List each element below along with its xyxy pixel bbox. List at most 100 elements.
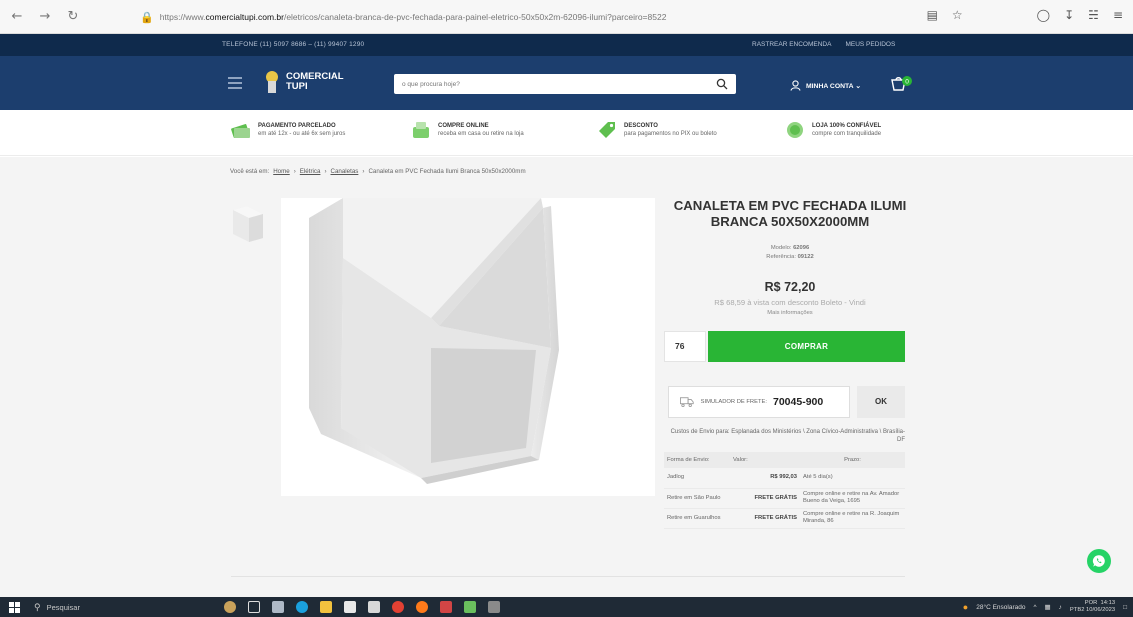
- breadcrumb-current: Canaleta em PVC Fechada Ilumi Branca 50x…: [368, 168, 526, 175]
- url-prefix: https://www.: [159, 12, 206, 22]
- whatsapp-button[interactable]: [1087, 549, 1111, 573]
- shipping-method: Retire em Guarulhos: [667, 514, 721, 521]
- address-bar[interactable]: 🔒 https://www. comercialtupi.com.br/eletr…: [140, 7, 940, 27]
- my-orders-link[interactable]: MEUS PEDIDOS: [845, 41, 895, 48]
- shipping-method: Jadlog: [667, 474, 685, 481]
- table-row: Jadlog R$ 992,03 Até 5 dia(s): [664, 468, 905, 488]
- network-icon[interactable]: ▦: [1045, 603, 1051, 611]
- cart-icon[interactable]: 0: [890, 76, 912, 94]
- site-header: COMERCIAL TUPI MINHA CONTA ⌄ 0: [0, 56, 1133, 110]
- discount-icon: [599, 122, 615, 138]
- reader-view-icon[interactable]: ▤: [927, 8, 938, 22]
- tray-chevron-icon[interactable]: ^: [1033, 604, 1036, 611]
- breadcrumb-electrical[interactable]: Elétrica: [300, 168, 321, 175]
- calculate-shipping-button[interactable]: OK: [857, 386, 905, 418]
- browser-actions: ▤ ☆ ◯ ↧ ☵ ≡: [927, 8, 1123, 22]
- hamburger-menu-icon[interactable]: [228, 77, 242, 89]
- shipping-term: Compre online e retire na Av. Amador Bue…: [803, 491, 900, 504]
- cart-count: 0: [905, 79, 909, 86]
- url-path: /eletricos/canaleta-branca-de-pvc-fechad…: [283, 12, 667, 22]
- search-input[interactable]: [394, 74, 704, 94]
- product-image[interactable]: [281, 198, 655, 496]
- benefit-subtitle: receba em casa ou retire na loja: [438, 131, 524, 137]
- search-icon[interactable]: [716, 78, 728, 90]
- reference-value: 09122: [797, 254, 814, 260]
- store-icon: [413, 122, 429, 138]
- track-order-link[interactable]: RASTREAR ENCOMENDA: [752, 41, 831, 48]
- bookmark-star-icon[interactable]: ☆: [952, 8, 963, 22]
- breadcrumb-separator: ›: [324, 168, 327, 175]
- file-explorer-icon[interactable]: [314, 597, 338, 617]
- breadcrumb: Você está em: Home › Elétrica › Canaleta…: [230, 168, 526, 175]
- firefox-icon[interactable]: [410, 597, 434, 617]
- shipping-value: R$ 992,03: [770, 474, 797, 481]
- breadcrumb-ducts[interactable]: Canaletas: [331, 168, 359, 175]
- chrome-icon[interactable]: [386, 597, 410, 617]
- product-model-info: Modelo: 62096 Referência: 09122: [660, 244, 920, 262]
- benefit-subtitle: para pagamentos no PIX ou boleto: [624, 131, 717, 137]
- discount-price: R$ 68,59 à vista com desconto Boleto - V…: [714, 298, 866, 307]
- lock-icon: 🔒: [140, 11, 154, 24]
- breadcrumb-home[interactable]: Home: [273, 168, 290, 175]
- quantity-input[interactable]: 76: [664, 331, 706, 362]
- language-variant: PTB2: [1069, 607, 1085, 613]
- buy-button[interactable]: COMPRAR: [708, 331, 905, 362]
- reference-label: Referência:: [766, 254, 796, 260]
- shipping-method: Retire em São Paulo: [667, 494, 721, 501]
- windows-taskbar: ⚲ Pesquisar ● 28°C Ensolarado ^ ▦ ♪ POR …: [0, 597, 1133, 617]
- benefit-title: DESCONTO: [624, 123, 658, 129]
- benefits-strip: PAGAMENTO PARCELADO em até 12x - ou até …: [0, 110, 1133, 156]
- menu-icon[interactable]: ≡: [1113, 8, 1123, 22]
- date: 10/06/2023: [1086, 607, 1116, 613]
- downloads-icon[interactable]: ↧: [1064, 8, 1074, 22]
- pocket-icon[interactable]: ◯: [1037, 8, 1050, 22]
- table-row: Retire em Guarulhos FRETE GRÁTIS Compre …: [664, 508, 905, 528]
- account-menu[interactable]: MINHA CONTA ⌄: [790, 80, 861, 91]
- table-header: Prazo:: [800, 452, 905, 468]
- edge-icon[interactable]: [290, 597, 314, 617]
- benefit-buy-online: COMPRE ONLINE receba em casa ou retire n…: [410, 119, 524, 141]
- clock[interactable]: POR 14:13 PTB2 10/06/2023: [1070, 600, 1115, 614]
- store-icon[interactable]: [338, 597, 362, 617]
- forward-icon[interactable]: →: [34, 6, 56, 28]
- truck-icon: [680, 397, 694, 408]
- taskbar-search-label: Pesquisar: [46, 602, 80, 612]
- user-icon: [790, 80, 801, 91]
- benefit-discount: DESCONTO para pagamentos no PIX ou bolet…: [596, 119, 717, 141]
- volume-icon[interactable]: ♪: [1059, 604, 1062, 611]
- benefit-subtitle: em até 12x - ou até 6x sem juros: [258, 131, 346, 137]
- more-info-link[interactable]: Mais informações: [660, 310, 920, 316]
- back-icon[interactable]: ←: [6, 6, 28, 28]
- shipping-value: FRETE GRÁTIS: [754, 514, 797, 521]
- shipping-term: Compre online e retire na R. Joaquim Mir…: [803, 511, 900, 524]
- calculator-icon[interactable]: [482, 597, 506, 617]
- cep-input[interactable]: [773, 396, 849, 408]
- breadcrumb-separator: ›: [362, 168, 365, 175]
- taskbar-grid-icon[interactable]: [266, 597, 290, 617]
- mail-icon[interactable]: [362, 597, 386, 617]
- cortana-icon[interactable]: [218, 597, 242, 617]
- weather-text[interactable]: 28°C Ensolarado: [976, 604, 1025, 611]
- product-thumbnail[interactable]: [231, 204, 265, 242]
- product-title: CANALETA EM PVC FECHADA ILUMI BRANCA 50X…: [673, 198, 907, 229]
- logo-mark-icon: [264, 71, 280, 93]
- taskbar-search[interactable]: ⚲ Pesquisar: [28, 597, 178, 617]
- weather-icon: ●: [962, 602, 969, 612]
- app-icon[interactable]: [434, 597, 458, 617]
- shipping-simulator: SIMULADOR DE FRETE:: [668, 386, 850, 418]
- reload-icon[interactable]: ↻: [62, 6, 84, 28]
- task-view-icon[interactable]: [242, 597, 266, 617]
- shipping-term: Até 5 dia(s): [803, 474, 833, 481]
- search-box: [394, 74, 736, 94]
- logo[interactable]: COMERCIAL TUPI: [264, 71, 344, 93]
- shield-icon: [787, 122, 803, 138]
- document-icon[interactable]: [458, 597, 482, 617]
- library-icon[interactable]: ☵: [1088, 8, 1099, 22]
- benefit-title: PAGAMENTO PARCELADO: [258, 123, 336, 129]
- notifications-icon[interactable]: □: [1123, 604, 1127, 611]
- windows-start-icon[interactable]: [0, 597, 28, 617]
- benefit-title: LOJA 100% CONFIÁVEL: [812, 123, 882, 129]
- logo-line2: TUPI: [286, 81, 308, 92]
- url-host: comercialtupi.com.br: [205, 12, 284, 22]
- system-tray: ● 28°C Ensolarado ^ ▦ ♪ POR 14:13 PTB2 1…: [963, 597, 1127, 617]
